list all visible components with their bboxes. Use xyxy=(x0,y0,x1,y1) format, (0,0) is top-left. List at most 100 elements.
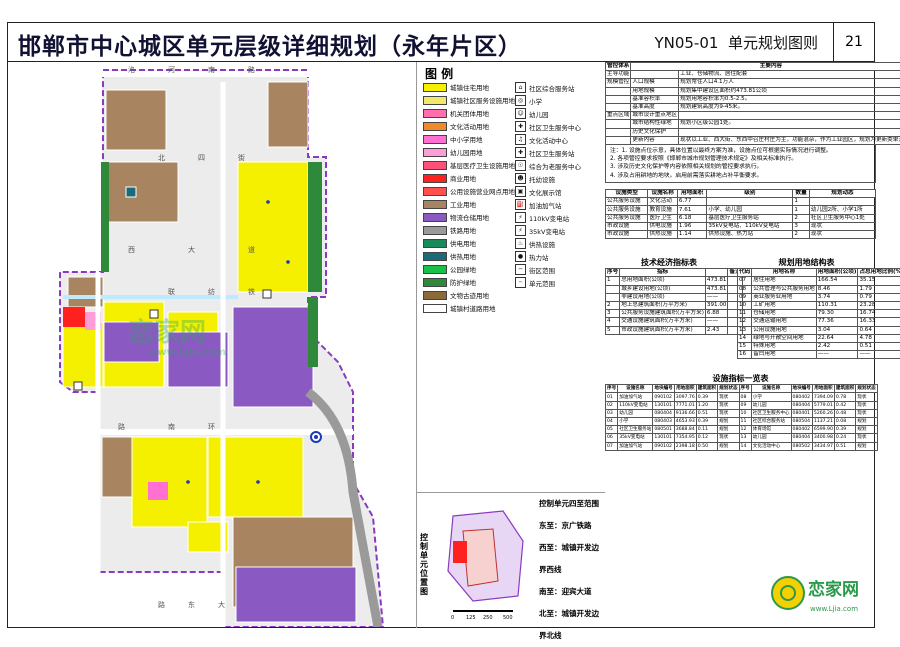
community-service-icon: ⌂ xyxy=(515,82,526,93)
unit-code: YN05-01 xyxy=(654,34,718,52)
table-cell: 规划建筑高度为9-45米。 xyxy=(679,103,900,111)
legend-label: 机关团体用地 xyxy=(450,108,489,118)
control-title: 管控体系 xyxy=(606,63,631,71)
legend-item: 工业用地 xyxy=(423,199,476,209)
table-row: 01加油加气站0901023097.760.39现状08小学0804027394… xyxy=(606,393,878,401)
table-header-cell: 设施名称 xyxy=(618,385,653,393)
scope-title: 控制单元四至范围 xyxy=(539,493,605,515)
residential-block xyxy=(132,437,207,527)
legend-item: ☻托幼设施 xyxy=(515,173,555,184)
legend-label: 城镇社区服务设施用地 xyxy=(450,95,515,105)
legend-swatch xyxy=(423,213,447,222)
legend-label: 综合为老服务中心 xyxy=(529,161,581,171)
table-cell: 3 xyxy=(793,222,809,230)
table-cell: 供电设施 xyxy=(648,222,677,230)
table-cell: 07 xyxy=(606,442,618,450)
table-cell: 文化活动中心 xyxy=(751,442,791,450)
table-cell: 1 xyxy=(793,206,809,214)
table-cell: 规划 xyxy=(856,442,877,450)
table-header-cell: 序号 xyxy=(606,269,620,277)
table-cell: 0.11 xyxy=(696,426,717,434)
table-cell: 12 xyxy=(738,318,752,326)
table-cell: 市政设施 xyxy=(606,222,648,230)
table-row: 05社区卫生服务站0805013688.840.11规划12体育场馆080402… xyxy=(606,426,878,434)
legend-item: 幼儿园用地 xyxy=(423,147,483,157)
table-cell: 7.61 xyxy=(677,206,706,214)
table-cell: 绿地与开敞空间用地 xyxy=(752,334,817,342)
table-cell: 现状 xyxy=(856,401,877,409)
table-row: 03幼儿园0804049136.660.51现状10社区卫生服务中心080401… xyxy=(606,409,878,417)
legend-label: 热力站 xyxy=(529,252,549,262)
table-cell: 2398.18 xyxy=(674,442,696,450)
table-cell: 6.18 xyxy=(677,214,706,222)
facility-list-table: 序号设施名称地块编号用地面积建筑面积规划状态序号设施名称地块编号用地面积建筑面积… xyxy=(605,384,878,451)
table-cell: 社区卫生服务站 xyxy=(618,426,653,434)
table-cell: 090102 xyxy=(653,442,674,450)
page-number: 21 xyxy=(833,23,874,61)
legend-swatch xyxy=(423,96,447,105)
table-cell: 4653.93 xyxy=(674,418,696,426)
inset-map: 0 125 250 500 xyxy=(433,501,533,621)
svg-text:恋家网: 恋家网 xyxy=(808,579,859,600)
land-use-map[interactable]: 洺 河 南 路 北 四 街 西 大 道 联 纺 铁 路 南 环 路 xyxy=(8,62,416,627)
table-cell: 2.42 xyxy=(816,342,858,350)
table-cell: 现状 xyxy=(718,401,739,409)
legend-label: 社区卫生服务站 xyxy=(529,148,575,158)
table-cell: 166.54 xyxy=(816,277,858,285)
table-cell: 供热设施 xyxy=(648,231,677,239)
table-header-cell: 序号 xyxy=(739,385,751,393)
table-header-cell: 用地面积 xyxy=(812,385,834,393)
unit-boundary-icon: ┄ xyxy=(515,277,526,288)
table-cell: 公共服务设施 xyxy=(606,214,648,222)
legend-item: ⚡110kV变电站 xyxy=(515,212,569,223)
note-line: 注：1. 设施点位示意，具体位置以最终方案为准，设施点位可根据实际情况进行调整。 xyxy=(610,147,871,155)
table-header-cell: 占总用地比例(%) xyxy=(858,269,900,277)
table-cell: 医疗卫生 xyxy=(648,214,677,222)
industrial-block xyxy=(102,437,132,497)
substation-110kv-icon: ⚡ xyxy=(515,212,526,223)
table-header-cell: 设施类型 xyxy=(606,190,648,198)
table-cell: 幼儿园2所、小学1所 xyxy=(809,206,875,214)
table-cell: 13 xyxy=(738,326,752,334)
block-boundary-icon: ─ xyxy=(515,264,526,275)
table-cell: 1.96 xyxy=(677,222,706,230)
legend-label: 供热设施 xyxy=(529,239,555,249)
table-cell: 现状 xyxy=(809,231,875,239)
legend-item: ♨供热设施 xyxy=(515,238,555,249)
tech-indicator-block: 技术经济指标表 序号指标备注1总用地面积(公顷)473.81城乡建设用地(公顷)… xyxy=(605,257,733,359)
legend-item: 基层医疗卫生设施用地 xyxy=(423,160,515,170)
table-cell: 10 xyxy=(739,409,751,417)
snail-icon xyxy=(772,577,804,609)
control-table: 管控体系主要内容 主导功能工业、仓储物流、居住配套规模管控人口规模规划常住人口4… xyxy=(605,62,900,145)
current-unit-highlight xyxy=(453,541,467,563)
legend-item: ☉综合为老服务中心 xyxy=(515,160,581,171)
table-cell: 城乡建设用地(公顷) xyxy=(620,285,706,293)
legend-label: 文物古迹用地 xyxy=(450,290,489,300)
legend-swatch xyxy=(423,200,447,209)
table-header-cell: 用地面积(公顷) xyxy=(816,269,858,277)
landuse-title: 规划用地结构表 xyxy=(737,257,876,268)
legend-label: 供热用地 xyxy=(450,251,476,261)
table-cell: 080404 xyxy=(791,401,812,409)
table-cell: 0.39 xyxy=(696,418,717,426)
table-cell: 0.12 xyxy=(696,434,717,442)
elderly-service-icon: ☉ xyxy=(515,160,526,171)
table-cell: 080502 xyxy=(791,442,812,450)
control-col2: 主要内容 xyxy=(631,63,900,71)
table-cell xyxy=(679,128,900,136)
table-cell xyxy=(606,136,631,144)
table-header-cell: 建筑面积 xyxy=(696,385,717,393)
watermark-url: www.Ljia.com xyxy=(148,347,226,358)
table-cell: 080401 xyxy=(791,409,812,417)
table-cell: 0.42 xyxy=(834,401,855,409)
table-cell: 080504 xyxy=(791,418,812,426)
legend-item: 机关团体用地 xyxy=(423,108,489,118)
logistics-block xyxy=(233,307,313,407)
svg-text:0: 0 xyxy=(451,615,454,621)
legend-swatch xyxy=(423,174,447,183)
table-row: 09商业服务业用地3.740.79 xyxy=(738,293,900,301)
sheet-body: 洺 河 南 路 北 四 街 西 大 道 联 纺 铁 路 南 环 路 xyxy=(7,62,875,628)
table-cell: 0.51 xyxy=(834,442,855,450)
legend-item: ♫文化活动中心 xyxy=(515,134,568,145)
title-bar: 邯郸市中心城区单元层级详细规划（永年片区） YN05-01 单元规划图则 21 xyxy=(7,22,875,62)
